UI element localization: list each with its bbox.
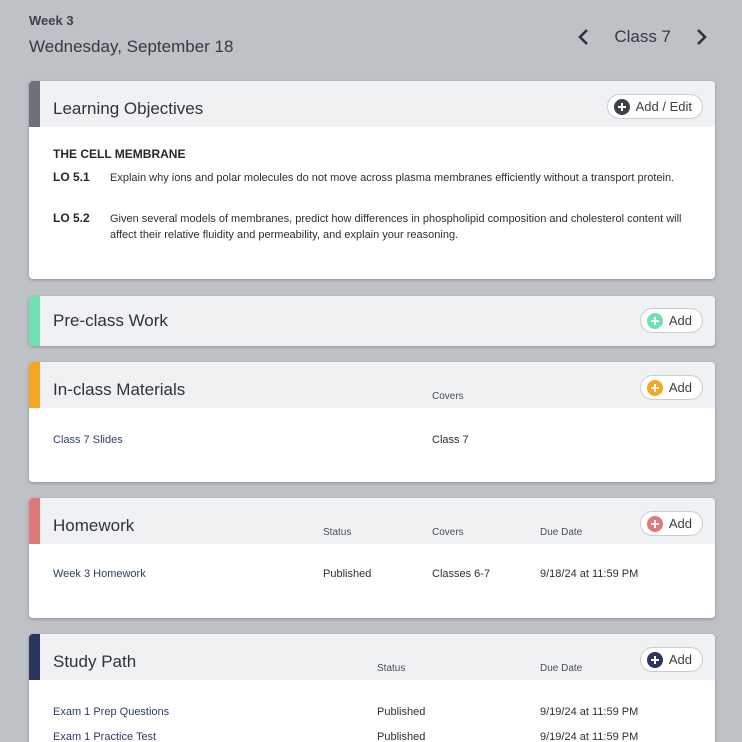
week-label: Week 3 — [29, 13, 74, 28]
card-title: Study Path — [53, 652, 137, 671]
homework-status: Published — [323, 568, 372, 580]
chevron-left-icon — [578, 29, 589, 45]
card-title: Pre-class Work — [53, 311, 168, 330]
plus-circle-icon — [646, 651, 663, 668]
objective-item: LO 5.2 Given several models of membranes… — [53, 211, 695, 243]
study-path-card: Study Path Status Due Date Add Exam 1 Pr… — [29, 634, 715, 742]
add-inclass-button[interactable]: Add — [639, 375, 703, 400]
homework-card: Homework Status Covers Due Date Add Week… — [29, 498, 715, 618]
column-header-due-date: Due Date — [540, 527, 583, 538]
column-header-covers: Covers — [432, 391, 464, 402]
study-path-status: Published — [377, 731, 426, 742]
study-path-link[interactable]: Exam 1 Practice Test — [53, 731, 156, 742]
card-header: Learning Objectives Add / Edit — [29, 81, 715, 127]
column-header-status: Status — [323, 527, 352, 538]
accent-bar — [29, 362, 40, 408]
add-study-path-button[interactable]: Add — [639, 647, 703, 672]
add-edit-button[interactable]: Add / Edit — [606, 94, 703, 119]
material-link[interactable]: Class 7 Slides — [53, 434, 123, 446]
previous-class-button[interactable] — [572, 25, 596, 49]
objectives-heading: THE CELL MEMBRANE — [53, 147, 186, 161]
plus-circle-icon — [646, 312, 663, 329]
add-label: Add — [668, 652, 692, 667]
next-class-button[interactable] — [689, 25, 713, 49]
study-path-due-date: 9/19/24 at 11:59 PM — [540, 731, 639, 742]
card-header: Homework Status Covers Due Date Add — [29, 498, 715, 544]
add-edit-label: Add / Edit — [635, 99, 692, 114]
page-header: Week 3 Wednesday, September 18 Class 7 — [29, 13, 713, 61]
objective-text: Explain why ions and polar molecules do … — [110, 172, 675, 184]
preclass-work-card: Pre-class Work Add — [29, 296, 715, 346]
inclass-materials-card: In-class Materials Covers Add Class 7 Sl… — [29, 362, 715, 482]
add-label: Add — [668, 313, 692, 328]
card-title: Learning Objectives — [53, 99, 204, 118]
column-header-due-date: Due Date — [540, 663, 583, 674]
plus-circle-icon — [613, 98, 630, 115]
class-label: Class 7 — [614, 27, 671, 46]
accent-bar — [29, 498, 40, 544]
objective-item: LO 5.1 Explain why ions and polar molecu… — [53, 170, 695, 186]
plus-circle-icon — [646, 379, 663, 396]
study-path-status: Published — [377, 706, 426, 718]
objective-text: Given several models of membranes, predi… — [110, 213, 682, 241]
material-covers: Class 7 — [432, 434, 469, 446]
column-header-status: Status — [377, 663, 406, 674]
objective-number: LO 5.1 — [53, 170, 90, 184]
accent-bar — [29, 634, 40, 680]
study-path-link[interactable]: Exam 1 Prep Questions — [53, 706, 169, 718]
card-header: In-class Materials Covers Add — [29, 362, 715, 408]
date-label: Wednesday, September 18 — [29, 37, 234, 56]
card-header: Pre-class Work Add — [29, 296, 715, 346]
chevron-right-icon — [697, 29, 707, 45]
class-navigation: Class 7 — [572, 25, 713, 49]
card-title: In-class Materials — [53, 380, 186, 399]
plus-circle-icon — [646, 515, 663, 532]
column-header-covers: Covers — [432, 527, 464, 538]
card-header: Study Path Status Due Date Add — [29, 634, 715, 680]
study-path-due-date: 9/19/24 at 11:59 PM — [540, 706, 639, 718]
homework-link[interactable]: Week 3 Homework — [53, 568, 146, 580]
accent-bar — [29, 296, 40, 346]
add-preclass-button[interactable]: Add — [639, 308, 703, 333]
homework-due-date: 9/18/24 at 11:59 PM — [540, 568, 639, 580]
add-label: Add — [668, 380, 692, 395]
objective-number: LO 5.2 — [53, 211, 90, 225]
accent-bar — [29, 81, 40, 127]
add-label: Add — [668, 516, 692, 531]
homework-covers: Classes 6-7 — [432, 568, 491, 580]
add-homework-button[interactable]: Add — [639, 511, 703, 536]
card-title: Homework — [53, 516, 135, 535]
learning-objectives-card: Learning Objectives Add / Edit THE CELL … — [29, 81, 715, 279]
